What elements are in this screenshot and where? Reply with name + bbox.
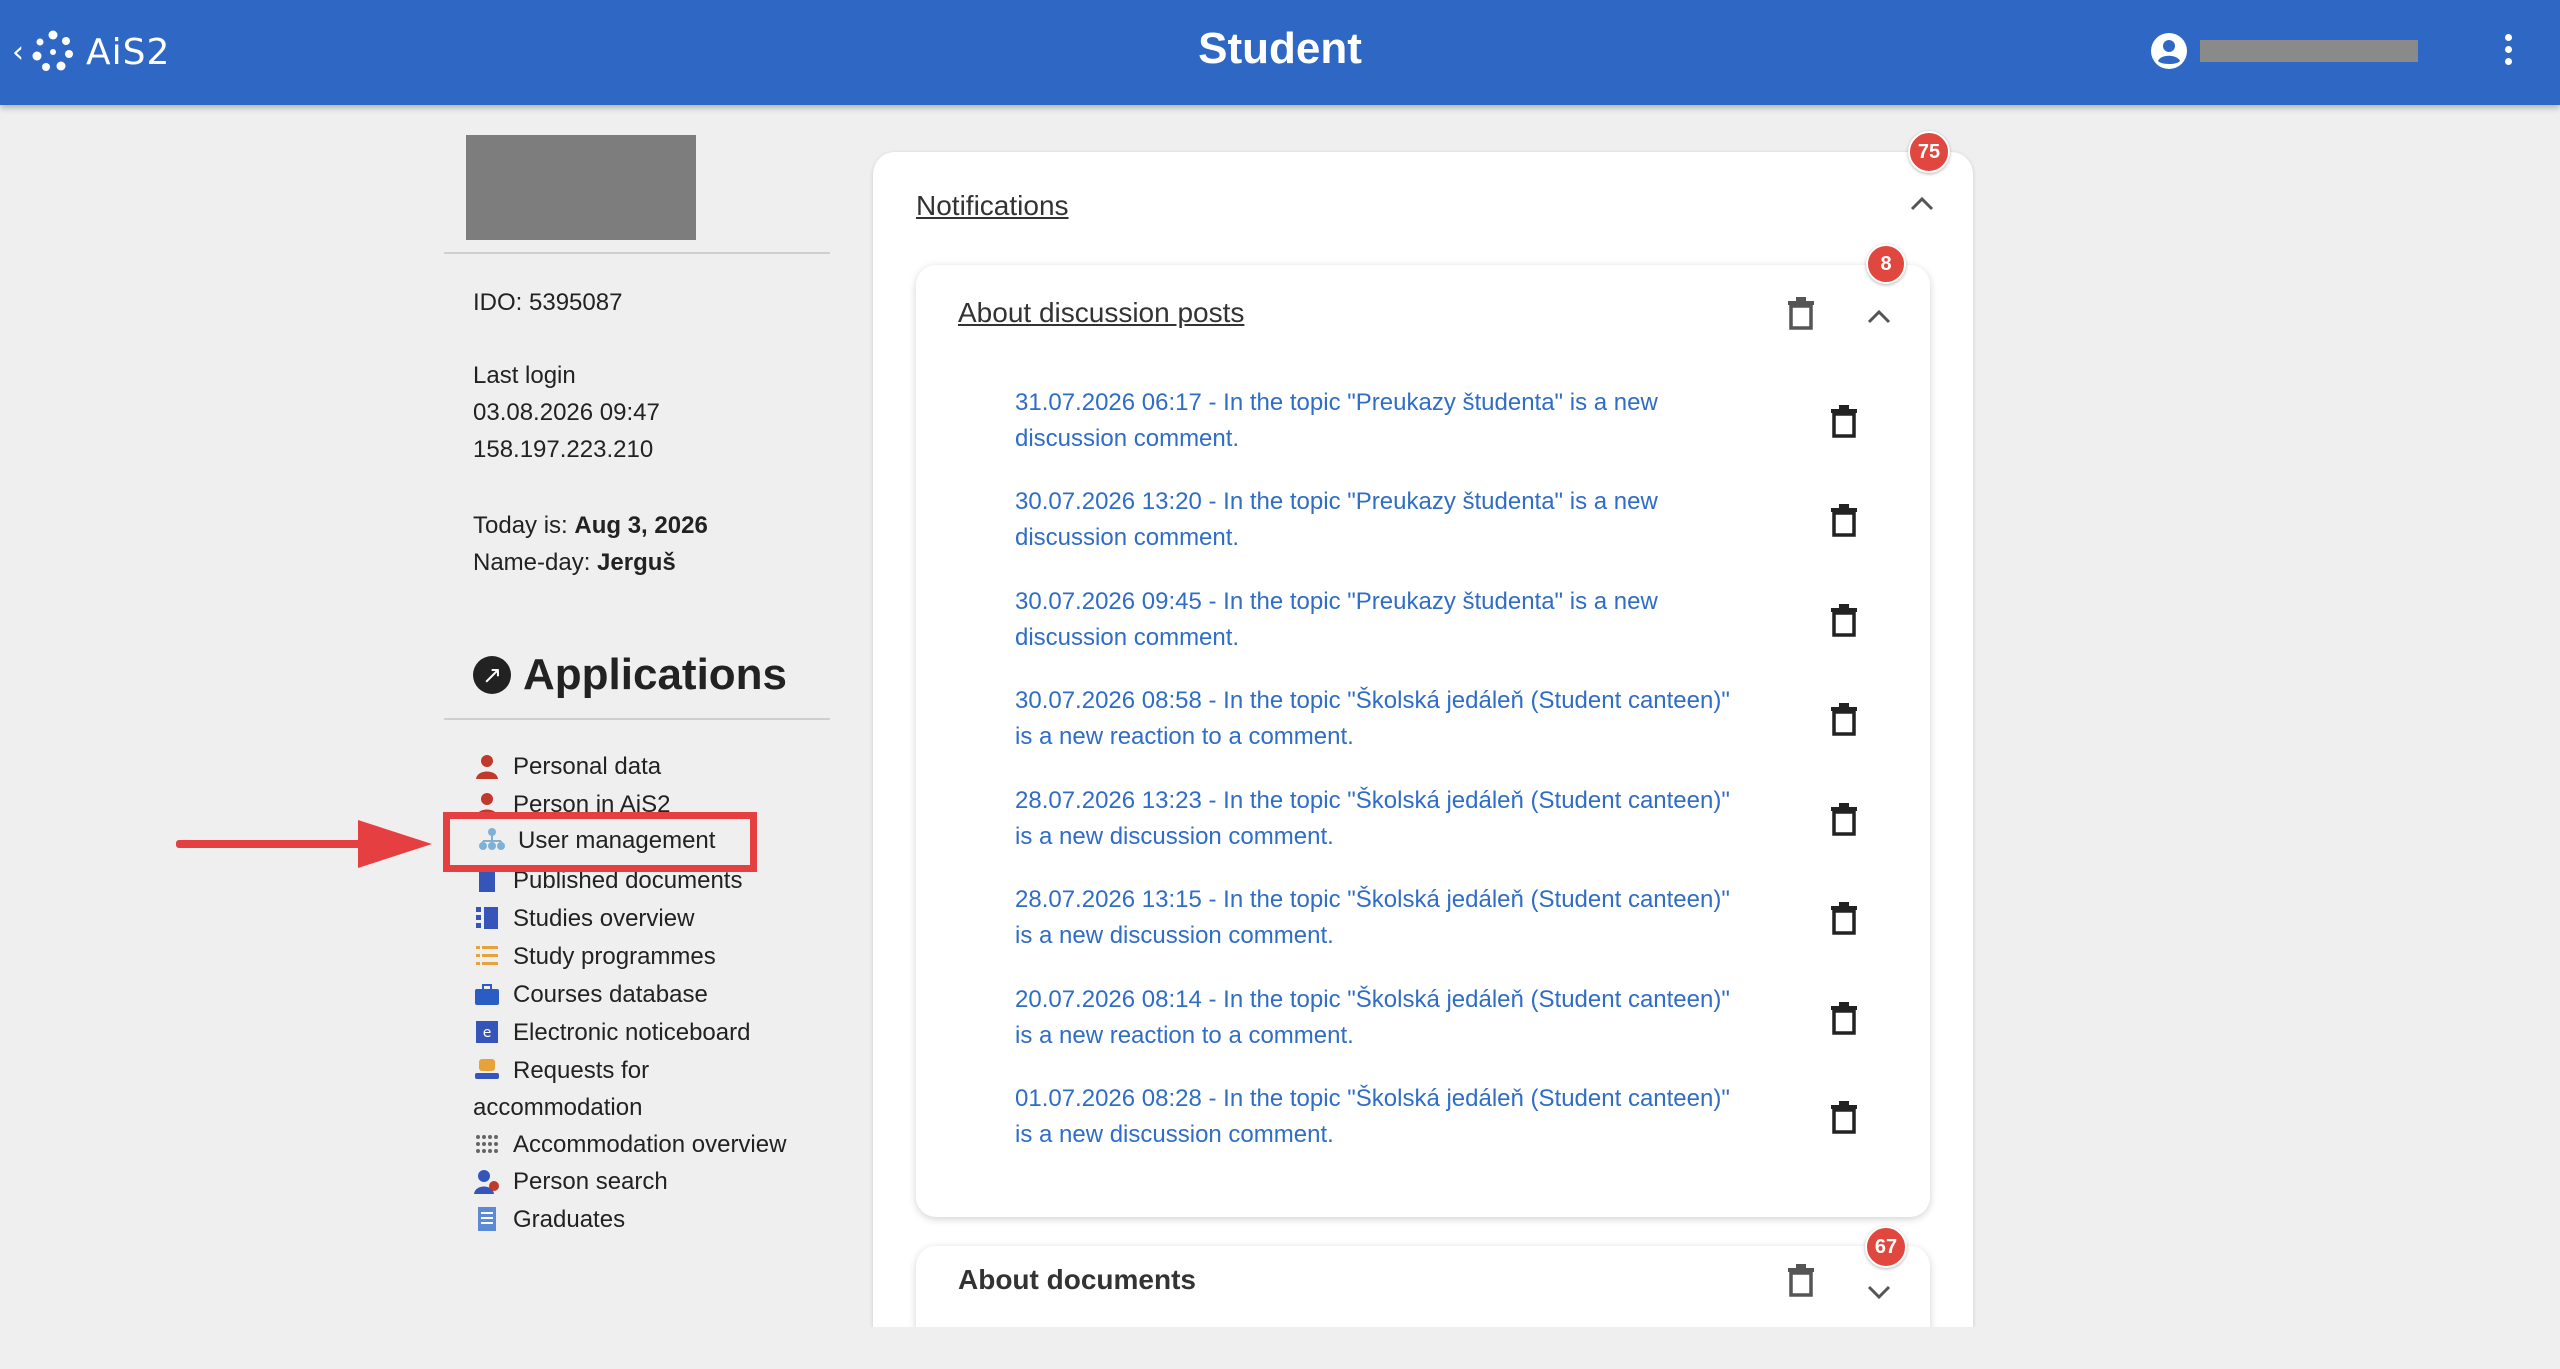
red-arrow-annotation: [176, 820, 432, 868]
delete-trash-icon[interactable]: [1830, 1101, 1858, 1135]
notification-item[interactable]: 30.07.2026 08:58 - In the topic "Školská…: [1015, 683, 1805, 755]
notifications-count-badge: 75: [1908, 131, 1950, 173]
delete-group-trash-icon[interactable]: [1787, 297, 1815, 331]
app-accommodation-overview[interactable]: Accommodation overview: [473, 1126, 793, 1163]
discussion-posts-count-badge: 8: [1866, 244, 1906, 284]
notification-text-line2: is a new discussion comment.: [1015, 1121, 1334, 1148]
app-personal-data[interactable]: Personal data: [473, 748, 793, 786]
applications-heading: ↗ Applications: [473, 650, 787, 700]
last-login-time: 03.08.2026 09:47: [473, 399, 660, 426]
delete-group-trash-icon[interactable]: [1787, 1264, 1815, 1298]
notification-text-line2: is a new reaction to a comment.: [1015, 723, 1354, 750]
name-day: Name-day: Jerguš: [473, 544, 676, 581]
nameday-label: Name-day:: [473, 549, 598, 576]
accommodation-request-icon: [475, 1059, 499, 1079]
notification-text-line1: 28.07.2026 13:23 - In the topic "Školská…: [1015, 787, 1730, 814]
notification-text-line2: discussion comment.: [1015, 624, 1240, 651]
last-login-label: Last login: [473, 362, 576, 389]
delete-trash-icon[interactable]: [1830, 703, 1858, 737]
profile-photo: [466, 135, 696, 240]
delete-trash-icon[interactable]: [1830, 405, 1858, 439]
app-courses-database[interactable]: Courses database: [473, 976, 793, 1014]
notification-text-line2: discussion comment.: [1015, 425, 1240, 452]
notification-text-line1: 20.07.2026 08:14 - In the topic "Školská…: [1015, 986, 1730, 1013]
more-vertical-icon[interactable]: [2498, 34, 2518, 70]
today-value: Aug 3, 2026: [574, 512, 708, 539]
external-link-icon: ↗: [473, 656, 511, 694]
nameday-value: Jerguš: [597, 549, 676, 576]
notification-item[interactable]: 31.07.2026 06:17 - In the topic "Preukaz…: [1015, 385, 1805, 457]
divider: [444, 718, 830, 720]
person-search-icon: [474, 1170, 499, 1194]
discussion-posts-title[interactable]: About discussion posts: [958, 297, 1244, 329]
notification-item[interactable]: 30.07.2026 13:20 - In the topic "Preukaz…: [1015, 484, 1805, 556]
ido-number: IDO: 5395087: [473, 289, 623, 316]
notification-text-line2: discussion comment.: [1015, 524, 1240, 551]
notification-text-line2: is a new discussion comment.: [1015, 922, 1334, 949]
briefcase-icon: [475, 984, 499, 1005]
list-icon: [476, 907, 498, 929]
user-account-icon[interactable]: [2150, 32, 2188, 70]
app-label: Courses database: [513, 981, 708, 1008]
documents-count-badge: 67: [1865, 1226, 1907, 1268]
app-electronic-noticeboard[interactable]: e Electronic noticeboard: [473, 1014, 793, 1052]
app-label: Studies overview: [513, 905, 695, 932]
grid-dots-icon: [476, 1135, 498, 1153]
delete-trash-icon[interactable]: [1830, 902, 1858, 936]
notification-item[interactable]: 28.07.2026 13:23 - In the topic "Školská…: [1015, 783, 1805, 855]
app-person-search[interactable]: Person search: [473, 1163, 793, 1201]
notification-item[interactable]: 28.07.2026 13:15 - In the topic "Školská…: [1015, 882, 1805, 954]
delete-trash-icon[interactable]: [1830, 504, 1858, 538]
applications-heading-text: Applications: [523, 650, 788, 699]
svg-text:e: e: [483, 1025, 492, 1041]
app-label: User management: [518, 827, 716, 854]
chevron-up-icon[interactable]: [1866, 307, 1892, 325]
notifications-title[interactable]: Notifications: [916, 190, 1069, 222]
notification-text-line2: is a new discussion comment.: [1015, 823, 1334, 850]
app-label: Personal data: [513, 753, 662, 780]
app-label: Graduates: [513, 1206, 626, 1233]
notification-text-line1: 01.07.2026 08:28 - In the topic "Školská…: [1015, 1085, 1730, 1112]
highlight-box: User management: [443, 812, 757, 872]
app-label: Electronic noticeboard: [513, 1019, 751, 1046]
notification-text-line1: 30.07.2026 13:20 - In the topic "Preukaz…: [1015, 488, 1658, 515]
documents-title[interactable]: About documents: [958, 1264, 1196, 1296]
notification-text-line1: 31.07.2026 06:17 - In the topic "Preukaz…: [1015, 389, 1658, 416]
app-graduates[interactable]: Graduates: [473, 1201, 793, 1239]
notification-text-line2: is a new reaction to a comment.: [1015, 1022, 1354, 1049]
delete-trash-icon[interactable]: [1830, 803, 1858, 837]
notification-item[interactable]: 20.07.2026 08:14 - In the topic "Školská…: [1015, 982, 1805, 1054]
notification-item[interactable]: 30.07.2026 09:45 - In the topic "Preukaz…: [1015, 584, 1805, 656]
app-label: Study programmes: [513, 943, 716, 970]
org-chart-icon: [479, 828, 505, 850]
notification-item[interactable]: 01.07.2026 08:28 - In the topic "Školská…: [1015, 1081, 1805, 1153]
delete-trash-icon[interactable]: [1830, 604, 1858, 638]
app-label: Person search: [513, 1168, 668, 1195]
noticeboard-icon: e: [476, 1021, 498, 1043]
app-study-programmes[interactable]: Study programmes: [473, 938, 793, 976]
app-label: Accommodation overview: [513, 1131, 787, 1158]
today-label: Today is:: [473, 512, 575, 539]
delete-trash-icon[interactable]: [1830, 1002, 1858, 1036]
app-user-management[interactable]: User management: [478, 822, 715, 860]
chevron-down-icon[interactable]: [1866, 1284, 1892, 1302]
notification-text-line1: 30.07.2026 08:58 - In the topic "Školská…: [1015, 687, 1730, 714]
page-bottom-background: [0, 1327, 2560, 1369]
today-date: Today is: Aug 3, 2026: [473, 507, 708, 544]
notification-text-line1: 28.07.2026 13:15 - In the topic "Školská…: [1015, 886, 1730, 913]
divider: [444, 252, 830, 254]
notification-text-line1: 30.07.2026 09:45 - In the topic "Preukaz…: [1015, 588, 1658, 615]
program-list-icon: [476, 946, 498, 965]
app-requests-for-accommodation[interactable]: Requests for accommodation: [473, 1052, 793, 1126]
app-studies-overview[interactable]: Studies overview: [473, 900, 793, 938]
top-app-bar: ‹ AiS2 Student: [0, 0, 2560, 105]
chevron-up-icon[interactable]: [1909, 194, 1935, 212]
person-icon: [476, 755, 498, 779]
user-name-redacted[interactable]: [2200, 40, 2418, 62]
last-login-ip: 158.197.223.210: [473, 436, 654, 463]
certificate-icon: [478, 1207, 496, 1231]
